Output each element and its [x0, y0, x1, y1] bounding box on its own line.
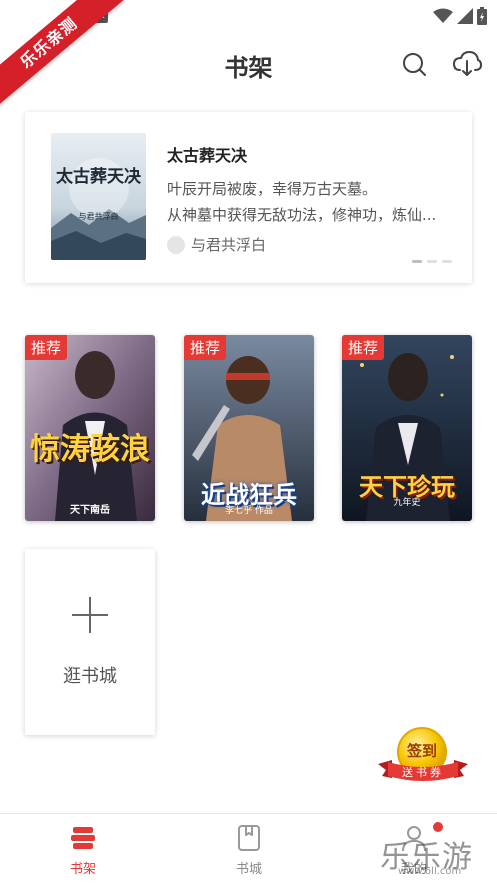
cloud-download-icon[interactable]	[452, 50, 482, 78]
nav-tab-bookshelf[interactable]: 书架	[43, 824, 123, 877]
book-cover-title: 惊涛骇浪	[30, 432, 150, 467]
featured-book-title[interactable]: 太古葬天决	[167, 142, 247, 166]
description-line-2: 从神墓中获得无敌功法，修神功，炼仙...	[167, 206, 437, 224]
search-icon[interactable]	[400, 50, 428, 78]
browse-store-label: 逛书城	[63, 666, 117, 687]
cover-art	[51, 133, 146, 260]
featured-book-author: 与君共浮白	[167, 234, 266, 255]
carousel-dot	[412, 260, 422, 263]
header: 书架	[0, 40, 497, 90]
description-line-1: 叶辰开局被废，幸得万古天墓。	[167, 180, 378, 198]
featured-book-description: 叶辰开局被废，幸得万古天墓。 从神墓中获得无敌功法，修神功，炼仙...	[167, 176, 461, 228]
status-icons	[433, 7, 487, 25]
battery-icon	[477, 7, 487, 25]
recommend-tag: 推荐	[184, 335, 227, 360]
signin-subtitle: 送书券	[402, 766, 444, 779]
carousel-dot	[427, 260, 437, 263]
book-cover-art	[25, 335, 155, 521]
plus-icon	[72, 597, 108, 633]
wifi-icon	[433, 8, 453, 23]
bookshelf-icon	[71, 827, 95, 849]
shelf-book[interactable]: 推荐 惊涛骇浪 天下南岳	[25, 335, 155, 521]
signal-icon	[457, 8, 473, 24]
nav-tab-bookstore-label: 书城	[235, 862, 262, 877]
book-cover-author: 九年史	[393, 498, 421, 508]
book-cover-author: 李七乎 作品	[225, 506, 273, 516]
author-name: 与君共浮白	[191, 236, 267, 254]
book-icon	[238, 825, 260, 851]
featured-book-card[interactable]: 太古葬天决 与君共浮白 太古葬天决 叶辰开局被废，幸得万古天墓。 从神墓中获得无…	[25, 112, 472, 283]
recommend-tag: 推荐	[25, 335, 68, 360]
watermark-url: www.6ll.com	[398, 866, 462, 877]
carousel-indicator	[412, 260, 452, 263]
notification-dot	[433, 822, 443, 832]
author-avatar-icon	[167, 235, 185, 254]
carousel-dot	[442, 260, 452, 263]
shelf-book[interactable]: 推荐 近战狂兵 李七乎 作品	[184, 335, 314, 521]
cover-author-text: 与君共浮白	[78, 212, 119, 221]
nav-tab-bookstore[interactable]: 书城	[209, 824, 289, 877]
signin-title: 签到	[406, 742, 437, 760]
nav-tab-bookshelf-label: 书架	[69, 862, 96, 877]
book-cover-author: 天下南岳	[70, 505, 110, 516]
featured-book-cover[interactable]: 太古葬天决 与君共浮白	[51, 133, 146, 260]
browse-store-card[interactable]: 逛书城	[25, 549, 155, 735]
signin-badge[interactable]: 签到 送书券	[378, 726, 468, 788]
cover-title-text: 太古葬天决	[56, 167, 141, 187]
shelf-book[interactable]: 推荐 天下珍玩 九年史	[342, 335, 472, 521]
recommend-tag: 推荐	[342, 335, 385, 360]
app-screen: A 乐乐亲测 书架	[0, 0, 497, 883]
